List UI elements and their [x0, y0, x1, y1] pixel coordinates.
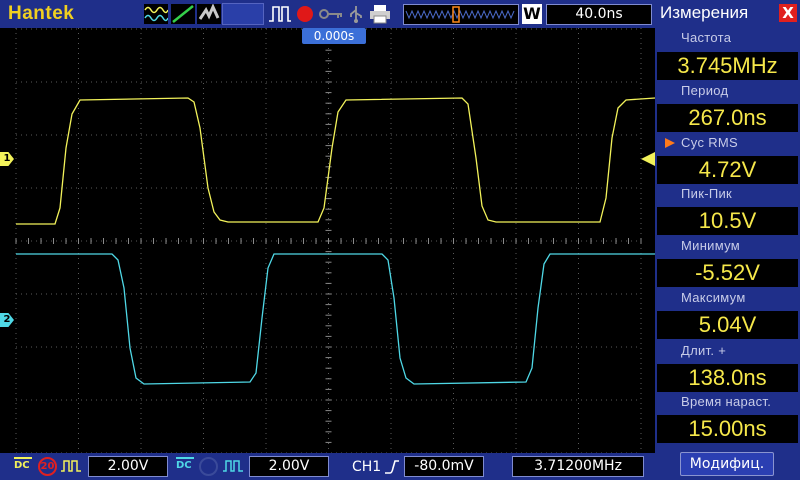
top-toolbar: Hantek W 40.0ns: [0, 0, 655, 28]
measurement-value[interactable]: 10.5V: [657, 207, 798, 235]
measurement-value[interactable]: 15.00ns: [657, 415, 798, 443]
bottom-status-bar: DC 20 2.00V DC 2.00V CH1 -80.0mV 3.71200…: [0, 453, 655, 480]
measurement-label: Cyc RMS: [681, 135, 738, 150]
modify-button[interactable]: Модифиц.: [680, 452, 774, 476]
measurement-label: Пик-Пик: [681, 186, 733, 201]
trigger-level-arrow-icon[interactable]: [641, 152, 655, 166]
ch2-coupling-icon[interactable]: DC: [176, 457, 194, 471]
window-zoom-button[interactable]: W: [522, 4, 542, 24]
measurement-value[interactable]: 3.745MHz: [657, 52, 798, 80]
line-mode-icon[interactable]: [171, 4, 195, 24]
pulse-trigger-icon[interactable]: [268, 4, 292, 24]
measurement-value[interactable]: 138.0ns: [657, 364, 798, 392]
close-panel-button[interactable]: X: [779, 4, 797, 22]
trigger-level[interactable]: -80.0mV: [404, 456, 484, 477]
measurement-label: Время нараст.: [681, 394, 772, 409]
printer-icon[interactable]: [369, 4, 391, 24]
waveform-mode-icon[interactable]: [144, 4, 168, 24]
ch2-volts-div[interactable]: 2.00V: [249, 456, 329, 477]
brand-logo: Hantek: [8, 3, 75, 24]
selected-arrow-icon: [665, 138, 675, 148]
ch1-coupling-icon[interactable]: DC: [14, 457, 32, 471]
measurements-panel: Измерения X Частота 3.745MHz Период 267.…: [655, 0, 800, 480]
timebase-readout[interactable]: 40.0ns: [546, 4, 652, 25]
ch1-invert-icon[interactable]: [60, 459, 82, 473]
trigger-source[interactable]: CH1: [352, 459, 381, 475]
persist-mode-icon[interactable]: [197, 4, 221, 24]
key-lock-icon[interactable]: [318, 4, 344, 24]
ch2-bandwidth-limit-badge[interactable]: [199, 457, 218, 476]
memory-position-bar[interactable]: [403, 4, 519, 25]
measurement-label: Длит. +: [681, 343, 727, 358]
measurement-label: Максимум: [681, 290, 746, 305]
measurement-label: Минимум: [681, 238, 741, 253]
rising-edge-icon[interactable]: [384, 458, 400, 475]
waveform-grid: [0, 28, 655, 453]
acquire-box[interactable]: [222, 3, 264, 25]
ch1-bandwidth-limit-badge[interactable]: 20: [38, 457, 57, 476]
measurement-value[interactable]: 267.0ns: [657, 104, 798, 132]
panel-title: Измерения: [660, 3, 749, 22]
usb-icon[interactable]: [346, 4, 366, 24]
measurement-value[interactable]: 5.04V: [657, 311, 798, 339]
measurement-label: Период: [681, 83, 729, 98]
measurement-value[interactable]: -5.52V: [657, 259, 798, 287]
measurement-value[interactable]: 4.72V: [657, 156, 798, 184]
ch2-invert-icon[interactable]: [222, 459, 244, 473]
record-icon[interactable]: [295, 4, 315, 24]
trigger-time-marker[interactable]: 0.000s: [302, 28, 366, 44]
ch1-volts-div[interactable]: 2.00V: [88, 456, 168, 477]
measurement-label: Частота: [681, 30, 732, 45]
trigger-frequency: 3.71200MHz: [512, 456, 644, 477]
